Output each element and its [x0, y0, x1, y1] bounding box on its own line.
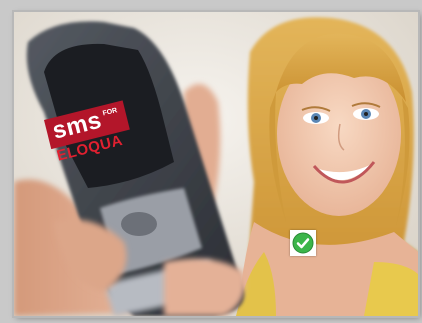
photo-frame: sms FOR ELOQUA — [0, 0, 422, 323]
for-logo-text: FOR — [102, 107, 119, 118]
marketing-photo: sms FOR ELOQUA — [14, 12, 418, 316]
check-mark-icon — [292, 232, 314, 254]
check-circle-icon[interactable] — [290, 230, 316, 256]
woman — [236, 17, 418, 316]
